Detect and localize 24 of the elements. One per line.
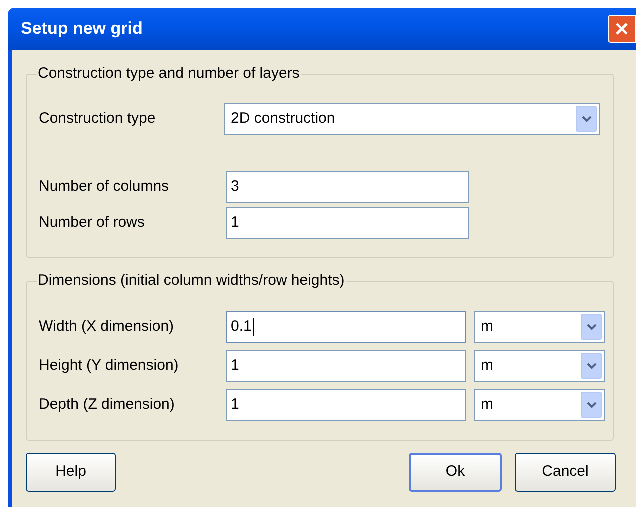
dropdown[interactable]: m (474, 389, 605, 421)
close-button[interactable] (608, 15, 636, 43)
dropdown[interactable]: m (474, 350, 605, 382)
field-label: Width (X dimension) (39, 316, 176, 337)
field-label: Number of columns (39, 176, 170, 197)
window-title: Setup new grid (21, 18, 143, 40)
text-field[interactable]: 1 (226, 207, 469, 239)
text-field[interactable]: 0.1 (226, 311, 466, 343)
text-field[interactable]: 3 (226, 171, 469, 203)
field-label: Depth (Z dimension) (39, 394, 176, 415)
field-label: Height (Y dimension) (39, 356, 180, 376)
dialog-button[interactable]: Cancel (515, 453, 616, 492)
dialog-button[interactable]: Ok (409, 453, 502, 492)
text-field[interactable]: 1 (226, 350, 466, 382)
dropdown[interactable]: 2D construction (224, 103, 600, 135)
text-cursor (252, 318, 254, 336)
group-legend: Dimensions (initial column widths/row heights) (37, 271, 346, 291)
text-field[interactable]: 1 (226, 389, 466, 421)
dropdown[interactable]: m (474, 311, 605, 343)
dialog-button[interactable]: Help (26, 453, 116, 492)
field-label: Number of rows (39, 212, 146, 233)
group-legend: Construction type and number of layers (37, 64, 301, 84)
field-label: Construction type (39, 108, 157, 129)
close-icon (615, 22, 629, 36)
